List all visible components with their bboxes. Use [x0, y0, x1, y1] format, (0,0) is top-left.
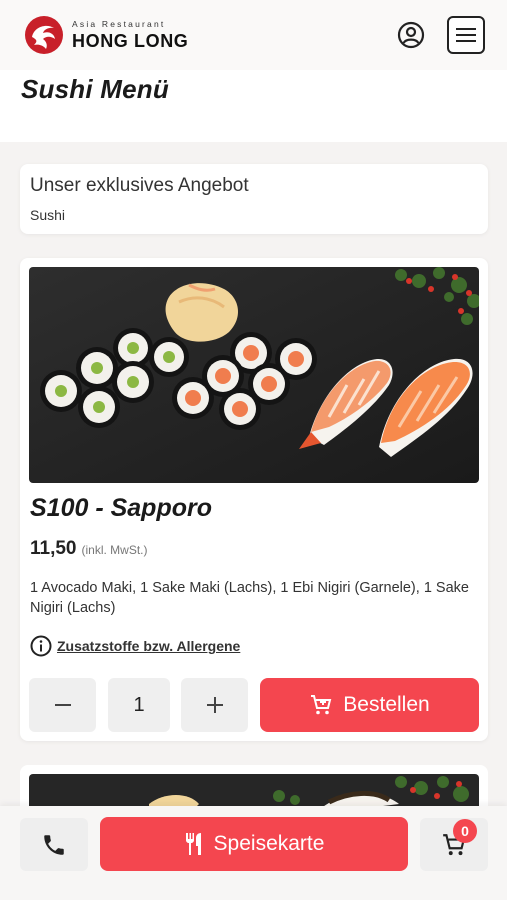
dragon-logo-icon — [25, 16, 63, 54]
order-button-label: Bestellen — [343, 693, 430, 716]
product-description: 1 Avocado Maki, 1 Sake Maki (Lachs), 1 E… — [30, 580, 469, 616]
logo-subtitle: Asia Restaurant — [72, 19, 166, 30]
menu-button[interactable] — [447, 16, 485, 54]
call-button[interactable] — [20, 818, 88, 871]
user-circle-icon[interactable] — [397, 21, 425, 49]
price-note: (inkl. MwSt.) — [81, 543, 148, 557]
product-name: S100 - Sapporo — [30, 494, 212, 522]
phone-icon — [44, 834, 64, 855]
site-header: Asia Restaurant HONG LONG — [0, 0, 507, 70]
bottom-action-bar: Speisekarte 0 — [0, 806, 507, 900]
allergen-link-label[interactable]: Zusatzstoffe bzw. Allergene — [57, 638, 240, 654]
menu-card-button[interactable]: Speisekarte — [100, 817, 408, 871]
offer-card: Unser exklusives Angebot Sushi — [20, 164, 488, 234]
cart-count-badge: 0 — [453, 819, 477, 843]
title-band: Sushi Menü — [0, 70, 507, 142]
quantity-value[interactable]: 1 — [108, 678, 170, 732]
product-image — [29, 267, 479, 483]
cart-plus-icon — [311, 695, 332, 715]
minus-icon — [54, 704, 71, 706]
price-row: 11,50 (inkl. MwSt.) — [30, 538, 148, 560]
allergen-link[interactable]: Zusatzstoffe bzw. Allergene — [30, 635, 240, 657]
quantity-increase-button[interactable] — [181, 678, 248, 732]
hamburger-icon — [456, 28, 476, 42]
info-icon — [30, 635, 52, 657]
product-card: S100 - Sapporo 11,50 (inkl. MwSt.) 1 Avo… — [20, 258, 488, 741]
page-title: Sushi Menü — [21, 74, 169, 104]
logo[interactable]: Asia Restaurant HONG LONG — [24, 15, 188, 55]
offer-subtitle: Sushi — [30, 207, 66, 223]
product-price: 11,50 — [30, 538, 77, 559]
order-button[interactable]: Bestellen — [260, 678, 479, 732]
menu-card-label: Speisekarte — [213, 832, 325, 855]
cutlery-icon — [185, 833, 201, 855]
offer-title: Unser exklusives Angebot — [30, 175, 249, 196]
plus-icon — [206, 697, 223, 713]
logo-title: HONG LONG — [72, 30, 189, 51]
quantity-decrease-button[interactable] — [29, 678, 96, 732]
